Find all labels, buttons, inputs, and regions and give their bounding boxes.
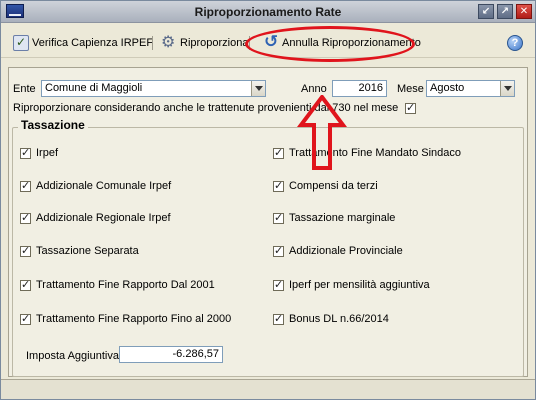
maximize-button[interactable]: ↗	[497, 4, 513, 19]
riproporziona-button[interactable]: Riproporziona	[161, 32, 249, 52]
compensi-terzi-checkbox[interactable]	[273, 179, 284, 192]
chevron-down-icon[interactable]	[251, 81, 265, 96]
tassazione-title: Tassazione	[18, 118, 88, 132]
riproporzionamento-window: Riproporzionamento Rate ↙ ↗ ✕ Verifica C…	[0, 0, 536, 400]
verifica-capienza-button[interactable]: Verifica Capienza IRPEF	[13, 34, 153, 52]
riproporziona-label: Riproporziona	[180, 37, 249, 49]
verifica-capienza-label: Verifica Capienza IRPEF	[32, 37, 154, 49]
compensi-terzi-label: Compensi da terzi	[289, 180, 378, 192]
ente-select[interactable]: Comune di Maggioli	[41, 80, 266, 97]
addizionale-regionale-checkbox[interactable]	[20, 211, 31, 224]
bonus-dl-checkbox[interactable]	[273, 312, 284, 325]
tfm-sindaco-checkbox[interactable]	[273, 146, 284, 159]
anno-label: Anno	[301, 83, 327, 95]
bonus-dl-label: Bonus DL n.66/2014	[289, 313, 389, 325]
tassazione-marginale-label: Tassazione marginale	[289, 212, 396, 224]
addizionale-comunale-label: Addizionale Comunale Irpef	[36, 180, 172, 192]
mese-select[interactable]: Agosto	[426, 80, 515, 97]
ente-label: Ente	[13, 83, 36, 95]
iperf-mensilita-label: Iperf per mensilità aggiuntiva	[289, 279, 430, 291]
minimize-button[interactable]: ↙	[478, 4, 494, 19]
chevron-down-icon[interactable]	[500, 81, 514, 96]
gears-icon	[161, 32, 177, 52]
tfr-fino-2000-label: Trattamento Fine Rapporto Fino al 2000	[36, 313, 232, 325]
ente-value: Comune di Maggioli	[45, 82, 143, 94]
addizionale-provinciale-label: Addizionale Provinciale	[289, 245, 403, 257]
title-bar: Riproporzionamento Rate ↙ ↗ ✕	[1, 1, 535, 23]
up-arrow	[297, 95, 347, 170]
iperf-mensilita-checkbox[interactable]	[273, 278, 284, 291]
addizionale-regionale-label: Addizionale Regionale Irpef	[36, 212, 171, 224]
mese-label: Mese	[397, 83, 424, 95]
toolbar-separator	[152, 36, 153, 50]
tfr-dal-2001-label: Trattamento Fine Rapporto Dal 2001	[36, 279, 215, 291]
mese-value: Agosto	[430, 82, 465, 94]
irpef-checkbox[interactable]	[20, 146, 31, 159]
status-bar	[1, 379, 535, 399]
close-button[interactable]: ✕	[516, 4, 532, 19]
verify-icon	[13, 35, 29, 51]
tfr-fino-2000-checkbox[interactable]	[20, 312, 31, 325]
imposta-aggiuntiva-field[interactable]: -6.286,57	[119, 346, 223, 363]
imposta-aggiuntiva-label: Imposta Aggiuntiva	[26, 350, 119, 362]
help-icon[interactable]: ?	[507, 35, 523, 51]
addizionale-provinciale-checkbox[interactable]	[273, 244, 284, 257]
tassazione-marginale-checkbox[interactable]	[273, 211, 284, 224]
window-title: Riproporzionamento Rate	[194, 5, 342, 19]
riproporzionare-730-checkbox[interactable]	[405, 101, 416, 114]
tassazione-separata-label: Tassazione Separata	[36, 245, 139, 257]
tfr-dal-2001-checkbox[interactable]	[20, 278, 31, 291]
tassazione-separata-checkbox[interactable]	[20, 244, 31, 257]
irpef-label: Irpef	[36, 147, 59, 159]
addizionale-comunale-checkbox[interactable]	[20, 179, 31, 192]
ellipse-highlight	[245, 26, 415, 62]
